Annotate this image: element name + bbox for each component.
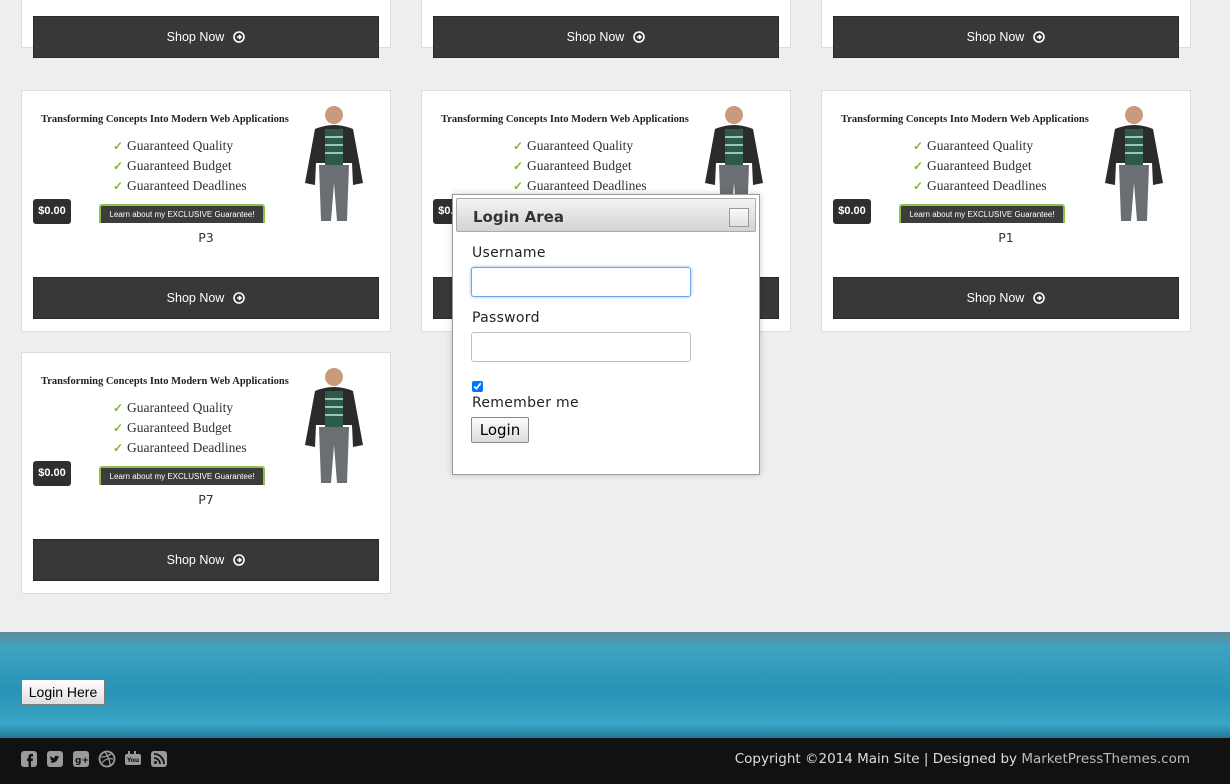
feature-item: ✓ Guaranteed Deadlines (913, 176, 1047, 196)
shop-now-label: Shop Now (166, 30, 225, 44)
dialog-title: Login Area (473, 208, 564, 226)
username-input[interactable] (471, 267, 691, 297)
banner-headline: Transforming Concepts Into Modern Web Ap… (841, 114, 1089, 125)
shop-now-button[interactable]: Shop Now (33, 539, 379, 581)
guarantee-cta: Learn about my EXCLUSIVE Guarantee! (99, 204, 265, 223)
login-here-button[interactable]: Login Here (21, 679, 105, 705)
product-card: Transforming Concepts Into Modern Web Ap… (821, 90, 1191, 332)
bottom-bar: g+ You Copyright ©2014 Main Site | Desig… (0, 738, 1230, 784)
feature-item: ✓ Guaranteed Budget (913, 156, 1047, 176)
product-banner[interactable]: Transforming Concepts Into Modern Web Ap… (833, 101, 1179, 223)
social-links: g+ You (20, 750, 168, 768)
product-card: Shop Now (821, 0, 1191, 58)
dialog-titlebar[interactable]: Login Area (456, 198, 756, 232)
product-name[interactable]: P3 (22, 230, 390, 245)
person-photo (305, 106, 363, 221)
feature-item: ✓ Guaranteed Quality (113, 398, 247, 418)
close-button[interactable] (729, 208, 749, 227)
shop-now-button[interactable]: Shop Now (833, 16, 1179, 58)
check-icon: ✓ (113, 421, 124, 435)
check-icon: ✓ (113, 139, 124, 153)
remember-me-checkbox[interactable] (472, 381, 483, 392)
check-icon: ✓ (513, 159, 524, 173)
feature-item: ✓ Guaranteed Quality (913, 136, 1047, 156)
svg-text:You: You (126, 757, 139, 764)
banner-headline: Transforming Concepts Into Modern Web Ap… (41, 114, 289, 125)
arrow-circle-right-icon (233, 554, 246, 566)
rss-icon[interactable] (150, 750, 168, 768)
person-photo (1105, 106, 1163, 221)
youtube-icon[interactable]: You (124, 750, 142, 768)
arrow-circle-right-icon (233, 31, 246, 43)
feature-item: ✓ Guaranteed Deadlines (513, 176, 647, 196)
banner-headline: Transforming Concepts Into Modern Web Ap… (441, 114, 689, 125)
feature-list: ✓ Guaranteed Quality ✓ Guaranteed Budget ✓… (913, 136, 1047, 196)
google-plus-icon[interactable]: g+ (72, 750, 90, 768)
feature-item: ✓ Guaranteed Budget (113, 418, 247, 438)
shop-now-label: Shop Now (166, 553, 225, 567)
username-label: Username (472, 245, 546, 261)
footer-band: Login Here (0, 632, 1230, 738)
feature-item: ✓ Guaranteed Budget (513, 156, 647, 176)
shop-now-label: Shop Now (966, 30, 1025, 44)
check-icon: ✓ (913, 159, 924, 173)
login-dialog: Login Area Username Password Remember me… (452, 194, 760, 475)
svg-text:g+: g+ (75, 756, 89, 766)
banner-headline: Transforming Concepts Into Modern Web Ap… (41, 376, 289, 387)
check-icon: ✓ (913, 139, 924, 153)
product-name[interactable]: P7 (22, 492, 390, 507)
product-card: Transforming Concepts Into Modern Web Ap… (21, 90, 391, 332)
check-icon: ✓ (513, 139, 524, 153)
facebook-icon[interactable] (20, 750, 38, 768)
feature-item: ✓ Guaranteed Quality (513, 136, 647, 156)
feature-list: ✓ Guaranteed Quality ✓ Guaranteed Budget ✓… (513, 136, 647, 196)
feature-item: ✓ Guaranteed Budget (113, 156, 247, 176)
arrow-circle-right-icon (1033, 292, 1046, 304)
check-icon: ✓ (113, 401, 124, 415)
feature-list: ✓ Guaranteed Quality ✓ Guaranteed Budget ✓… (113, 136, 247, 196)
remember-me-label: Remember me (472, 395, 579, 411)
product-card: Shop Now (421, 0, 791, 58)
feature-item: ✓ Guaranteed Deadlines (113, 176, 247, 196)
login-button[interactable]: Login (471, 417, 529, 443)
password-input[interactable] (471, 332, 691, 362)
guarantee-cta: Learn about my EXCLUSIVE Guarantee! (899, 204, 1065, 223)
product-card: Shop Now (21, 0, 391, 58)
check-icon: ✓ (113, 441, 124, 455)
feature-item: ✓ Guaranteed Quality (113, 136, 247, 156)
check-icon: ✓ (113, 159, 124, 173)
shop-now-button[interactable]: Shop Now (33, 16, 379, 58)
shop-now-button[interactable]: Shop Now (833, 277, 1179, 319)
price-badge: $0.00 (33, 199, 71, 224)
product-banner[interactable]: Transforming Concepts Into Modern Web Ap… (33, 363, 379, 485)
guarantee-cta: Learn about my EXCLUSIVE Guarantee! (99, 466, 265, 485)
price-badge: $0.00 (33, 461, 71, 486)
check-icon: ✓ (913, 179, 924, 193)
twitter-icon[interactable] (46, 750, 64, 768)
shop-now-button[interactable]: Shop Now (433, 16, 779, 58)
product-name[interactable]: P1 (822, 230, 1190, 245)
check-icon: ✓ (113, 179, 124, 193)
dribbble-icon[interactable] (98, 750, 116, 768)
arrow-circle-right-icon (233, 292, 246, 304)
arrow-circle-right-icon (633, 31, 646, 43)
designer-link[interactable]: MarketPressThemes.com (1021, 751, 1190, 767)
product-card: Transforming Concepts Into Modern Web Ap… (21, 352, 391, 594)
shop-now-label: Shop Now (566, 30, 625, 44)
person-photo (305, 368, 363, 483)
feature-list: ✓ Guaranteed Quality ✓ Guaranteed Budget ✓… (113, 398, 247, 458)
shop-now-label: Shop Now (166, 291, 225, 305)
shop-now-label: Shop Now (966, 291, 1025, 305)
copyright-text: Copyright ©2014 Main Site | Designed by … (734, 751, 1190, 767)
arrow-circle-right-icon (1033, 31, 1046, 43)
password-label: Password (472, 310, 540, 326)
feature-item: ✓ Guaranteed Deadlines (113, 438, 247, 458)
product-banner[interactable]: Transforming Concepts Into Modern Web Ap… (33, 101, 379, 223)
shop-now-button[interactable]: Shop Now (33, 277, 379, 319)
price-badge: $0.00 (833, 199, 871, 224)
